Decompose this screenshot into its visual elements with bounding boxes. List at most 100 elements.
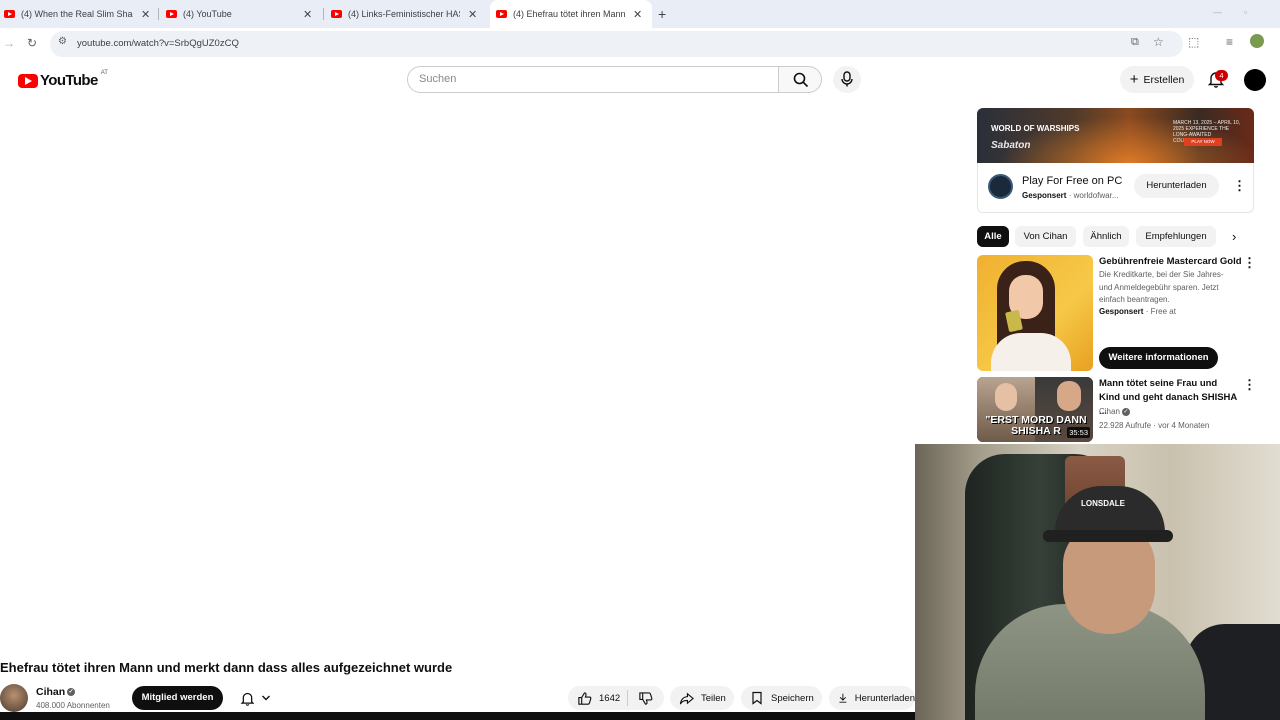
- account-avatar[interactable]: [1244, 69, 1266, 91]
- sponsored-description: Die Kreditkarte, bei der Sie Jahres- und…: [1099, 270, 1224, 304]
- notification-badge: 4: [1215, 70, 1228, 81]
- banner-brand-top: WORLD OF WARSHIPS: [991, 124, 1080, 133]
- youtube-favicon-icon: [496, 10, 507, 18]
- related-video-channel[interactable]: Cihan ✓: [1099, 407, 1130, 416]
- tab-title: (4) When the Real Slim Shady c: [21, 9, 133, 19]
- browser-tab[interactable]: (4) When the Real Slim Shady c ✕: [4, 0, 150, 28]
- chip-recommendations[interactable]: Empfehlungen: [1136, 226, 1216, 247]
- address-bar[interactable]: ⚙ youtube.com/watch?v=SrbQgUZ0zCQ ⧉ ☆: [50, 31, 1183, 57]
- ad-banner[interactable]: WORLD OF WARSHIPS Sabaton MARCH 13, 2025…: [977, 108, 1254, 163]
- youtube-favicon-icon: [4, 10, 15, 18]
- save-label: Speichern: [771, 692, 814, 704]
- share-button[interactable]: Teilen: [670, 686, 734, 710]
- view-count: 22.928 Aufrufe: [1099, 421, 1152, 430]
- chip-all[interactable]: Alle: [977, 226, 1009, 247]
- more-vert-icon[interactable]: ⋮: [1243, 256, 1256, 269]
- create-label: Erstellen: [1143, 73, 1185, 86]
- microphone-icon: [841, 71, 853, 87]
- youtube-favicon-icon: [331, 10, 342, 18]
- country-code: AT: [100, 69, 108, 76]
- share-label: Teilen: [701, 692, 726, 704]
- maximize-icon[interactable]: ▫: [1244, 7, 1247, 17]
- close-tab-icon[interactable]: ✕: [633, 8, 642, 21]
- thumb-face: [1057, 381, 1081, 411]
- tab-title: (4) Links-Feministischer HASS G: [348, 9, 460, 19]
- sponsored-thumbnail[interactable]: [977, 255, 1093, 371]
- youtube-favicon-icon: [166, 10, 177, 18]
- video-title: Ehefrau tötet ihren Mann und merkt dann …: [0, 660, 453, 675]
- ad-domain: · worldofwar...: [1068, 191, 1119, 200]
- video-thumbnail[interactable]: "ERST MORD DANN SHISHA R 35:53: [977, 377, 1093, 442]
- thumb-figure: [991, 333, 1071, 371]
- advertiser-icon: [988, 174, 1013, 199]
- create-button[interactable]: + Erstellen: [1120, 66, 1194, 93]
- chip-similar[interactable]: Ähnlich: [1083, 226, 1129, 247]
- sponsored-label: Gesponsert: [1022, 191, 1067, 200]
- bookmark-icon: [752, 691, 762, 705]
- subscription-bell-button[interactable]: [231, 686, 279, 710]
- browser-tab[interactable]: (4) YouTube ✕: [166, 0, 312, 28]
- search-icon: [793, 72, 809, 88]
- browser-tab-active[interactable]: (4) Ehefrau tötet ihren Mann ur ✕: [490, 0, 652, 28]
- close-tab-icon[interactable]: ✕: [468, 8, 477, 21]
- youtube-logo[interactable]: YouTube AT: [18, 69, 108, 89]
- plus-icon: +: [1129, 70, 1139, 88]
- webcam-overlay: LONSDALE: [915, 444, 1280, 720]
- related-video-meta: 22.928 Aufrufe · vor 4 Monaten: [1099, 421, 1210, 430]
- channel-avatar[interactable]: [0, 684, 28, 712]
- cap-logo: LONSDALE: [1081, 499, 1125, 508]
- back-icon[interactable]: →: [3, 36, 15, 50]
- reload-icon[interactable]: ↻: [27, 36, 37, 50]
- close-tab-icon[interactable]: ✕: [141, 8, 150, 21]
- more-vert-icon[interactable]: ⋮: [1243, 378, 1256, 391]
- download-label: Herunterladen: [854, 692, 915, 704]
- chevron-right-icon[interactable]: ›: [1232, 229, 1236, 244]
- voice-search-button[interactable]: [833, 66, 861, 93]
- banner-cta: PLAY NOW: [1184, 138, 1222, 146]
- chip-from-channel[interactable]: Von Cihan: [1015, 226, 1076, 247]
- search-input[interactable]: Suchen: [407, 66, 779, 93]
- webcam-cap-brim: [1043, 530, 1173, 542]
- verified-icon: ✓: [67, 688, 76, 697]
- sponsored-meta: Gesponsert · Free at: [1099, 307, 1176, 316]
- profile-avatar[interactable]: [1250, 34, 1264, 48]
- url-text: youtube.com/watch?v=SrbQgUZ0zCQ: [77, 38, 239, 49]
- tab-separator: [323, 8, 324, 20]
- extensions-icon[interactable]: ⬚: [1188, 35, 1199, 49]
- thumbs-up-icon[interactable]: [577, 691, 592, 706]
- banner-brand-bottom: Sabaton: [991, 140, 1031, 151]
- download-icon: [839, 693, 847, 703]
- duration-badge: 35:53: [1067, 427, 1090, 438]
- ad-subtitle: Gesponsert · worldofwar...: [1022, 191, 1119, 200]
- new-tab-icon[interactable]: +: [658, 6, 666, 22]
- join-button[interactable]: Mitglied werden: [132, 686, 223, 710]
- verified-icon: ✓: [1121, 407, 1130, 416]
- search-button[interactable]: [778, 66, 822, 93]
- ad-title[interactable]: Play For Free on PC: [1022, 175, 1122, 187]
- advertiser-name: · Free at: [1145, 307, 1176, 316]
- more-info-button[interactable]: Weitere informationen: [1099, 347, 1218, 369]
- save-button[interactable]: Speichern: [741, 686, 822, 710]
- tab-title: (4) YouTube: [183, 9, 232, 19]
- media-controls-icon[interactable]: ≡: [1226, 35, 1233, 49]
- channel-name[interactable]: Cihan ✓: [36, 686, 76, 698]
- install-app-icon[interactable]: ⧉: [1131, 36, 1139, 49]
- upload-age: vor 4 Monaten: [1158, 421, 1210, 430]
- sponsored-label: Gesponsert: [1099, 307, 1144, 316]
- site-settings-icon[interactable]: ⚙: [58, 36, 67, 47]
- close-tab-icon[interactable]: ✕: [303, 8, 312, 21]
- download-button[interactable]: Herunterladen: [829, 686, 915, 710]
- tab-title: (4) Ehefrau tötet ihren Mann ur: [513, 9, 625, 19]
- bookmark-star-icon[interactable]: ☆: [1153, 35, 1164, 49]
- sponsored-title[interactable]: Gebührenfreie Mastercard Gold: [1099, 256, 1242, 267]
- bell-icon: [240, 692, 254, 706]
- logo-text: YouTube: [40, 72, 98, 89]
- more-vert-icon[interactable]: ⋮: [1233, 179, 1246, 192]
- thumbs-down-icon[interactable]: [638, 691, 653, 706]
- bottom-strip: [0, 712, 915, 720]
- ad-download-button[interactable]: Herunterladen: [1134, 174, 1219, 198]
- browser-tab-bar: (4) When the Real Slim Shady c ✕ (4) You…: [0, 0, 1280, 28]
- minimize-icon[interactable]: —: [1213, 7, 1222, 17]
- like-count[interactable]: 1642: [599, 693, 620, 704]
- browser-tab[interactable]: (4) Links-Feministischer HASS G ✕: [331, 0, 477, 28]
